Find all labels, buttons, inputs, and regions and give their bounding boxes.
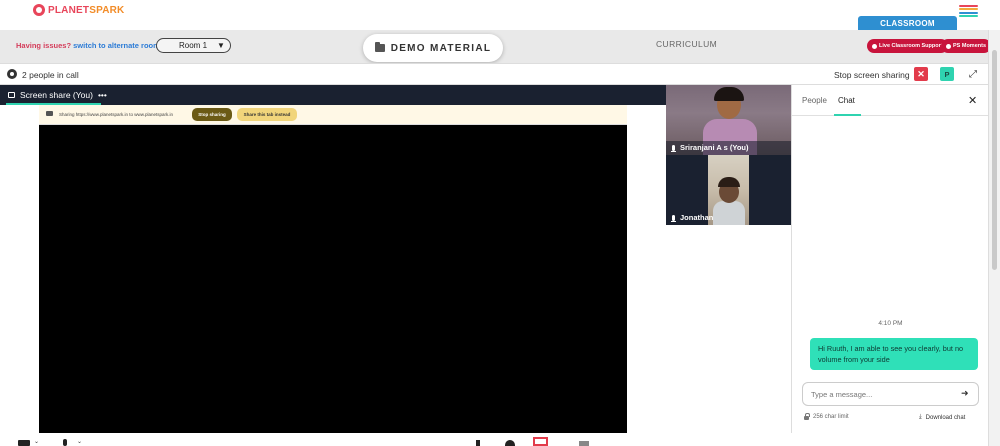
shared-screen-content [39,105,627,433]
mic-icon [671,144,676,152]
demo-material-button[interactable]: DEMO MATERIAL [363,34,503,62]
share-this-tab-button[interactable]: Share this tab instead [237,108,297,121]
char-limit-text: 256 char limit [813,414,849,420]
video-person-hair [718,177,740,187]
video-person-body [713,201,745,225]
screen-share-stage: Screen share (You) ••• Sharing https://w… [0,85,666,433]
char-limit-note: 256 char limit [804,413,849,420]
app-root: PLANETSPARK CLASSROOM Having issues? swi… [0,0,1000,446]
presenter-avatar-button[interactable]: P [940,67,954,81]
microphone-icon[interactable] [63,439,67,446]
more-options-icon[interactable]: ••• [98,90,107,100]
screen-share-title: Screen share (You) [20,90,93,100]
hamburger-menu-icon[interactable] [959,5,978,17]
stop-share-close-button[interactable]: ✕ [914,67,928,81]
sharing-banner-text: Sharing https://www.planetspark.in to ww… [59,112,174,117]
call-controls-bar: ⌄ ⌄ [0,433,988,446]
camera-options-chevron-icon[interactable]: ⌄ [34,438,39,445]
issues-text: Having issues? [16,41,72,50]
download-chat-label: Download chat [925,414,966,421]
send-arrow-icon[interactable]: ➜ [961,388,969,399]
top-header: PLANETSPARK [0,0,1000,30]
chat-message: Hi Ruuth, I am able to see you clearly, … [810,338,978,370]
message-input[interactable] [811,388,951,401]
issues-notice: Having issues? switch to alternate room [16,41,160,50]
screen-share-tab-label[interactable]: Screen share (You) ••• [8,90,107,100]
classroom-label: CLASSROOM [880,18,935,28]
caret-down-icon: ▼ [217,41,225,50]
ps-moments-button[interactable]: PS Moments [941,39,992,53]
settings-gear-icon[interactable] [7,69,17,79]
mic-options-chevron-icon[interactable]: ⌄ [77,438,82,445]
close-icon[interactable]: ✕ [968,94,977,107]
tab-chat[interactable]: Chat [838,96,855,105]
participant-videos: Sriranjani A s (You) Jonathan [666,85,791,433]
tab-people[interactable]: People [802,96,827,105]
meeting-toolbar: 2 people in call Stop screen sharing ✕ P… [0,63,988,85]
menu-line [959,11,978,14]
more-controls-icon[interactable] [579,441,589,446]
menu-line [959,5,978,7]
screen-share-tab[interactable]: Screen share (You) ••• [0,85,666,105]
sharing-banner: Sharing https://www.planetspark.in to ww… [39,105,627,125]
classroom-tab[interactable]: CLASSROOM [858,16,957,30]
participant-name: Sriranjani A s (You) [671,143,749,152]
chat-tabs: People Chat ✕ [792,85,989,116]
room-select-value: Room 1 [179,41,208,50]
stop-screen-sharing-link[interactable]: Stop screen sharing [834,70,910,80]
participant-name-text: Sriranjani A s (You) [680,143,749,152]
monitor-icon [8,92,15,98]
video-person-hair [714,87,744,101]
mic-icon [671,214,676,222]
shared-screen-area: Sharing https://www.planetspark.in to ww… [0,105,666,433]
ps-moments-label: PS Moments [953,43,987,49]
stop-sharing-button[interactable]: Stop sharing [192,108,232,121]
share-banner-icon [46,111,53,116]
star-icon [946,43,951,49]
download-icon: ⤓ [919,414,922,420]
lock-icon [804,413,810,420]
tab-active-underline [834,114,861,116]
screen-share-toggle-icon[interactable] [533,437,548,446]
live-support-button[interactable]: Live Classroom Support [867,39,948,53]
participant-video-feed [708,155,749,225]
people-count: 2 people in call [22,70,79,80]
planetspark-logo[interactable]: PLANETSPARK [33,4,124,16]
help-icon [872,43,877,49]
video-tile-self[interactable]: Sriranjani A s (You) [666,85,791,155]
scrollbar-thumb[interactable] [992,50,997,270]
participant-name: Jonathan [671,213,714,222]
switch-room-link[interactable]: switch to alternate room [73,41,160,50]
participant-name-text: Jonathan [680,213,714,222]
message-input-box: ➜ [802,382,979,406]
menu-line [959,14,978,17]
page-scrollbar[interactable] [988,30,1000,446]
logo-icon [33,4,45,16]
demo-material-label: DEMO MATERIAL [390,42,492,54]
curriculum-link[interactable]: CURRICULUM [656,39,717,49]
chat-panel: People Chat ✕ 4:10 PM Hi Ruuth, I am abl… [791,85,989,433]
camera-icon[interactable] [18,440,30,446]
video-tile-jonathan[interactable]: Jonathan [666,155,791,225]
room-select[interactable]: Room 1 ▼ [156,38,231,53]
fullscreen-expand-icon[interactable]: ⤢ [966,67,980,81]
message-timestamp: 4:10 PM [878,320,903,327]
participants-icon[interactable] [505,440,515,446]
live-support-label: Live Classroom Support [879,43,943,49]
menu-line [959,8,978,11]
logo-text: PLANETSPARK [48,4,125,16]
folder-icon [374,42,385,52]
info-icon[interactable] [476,440,480,446]
shared-screen-margin [0,105,39,433]
download-chat-button[interactable]: ⤓ Download chat [919,414,965,421]
